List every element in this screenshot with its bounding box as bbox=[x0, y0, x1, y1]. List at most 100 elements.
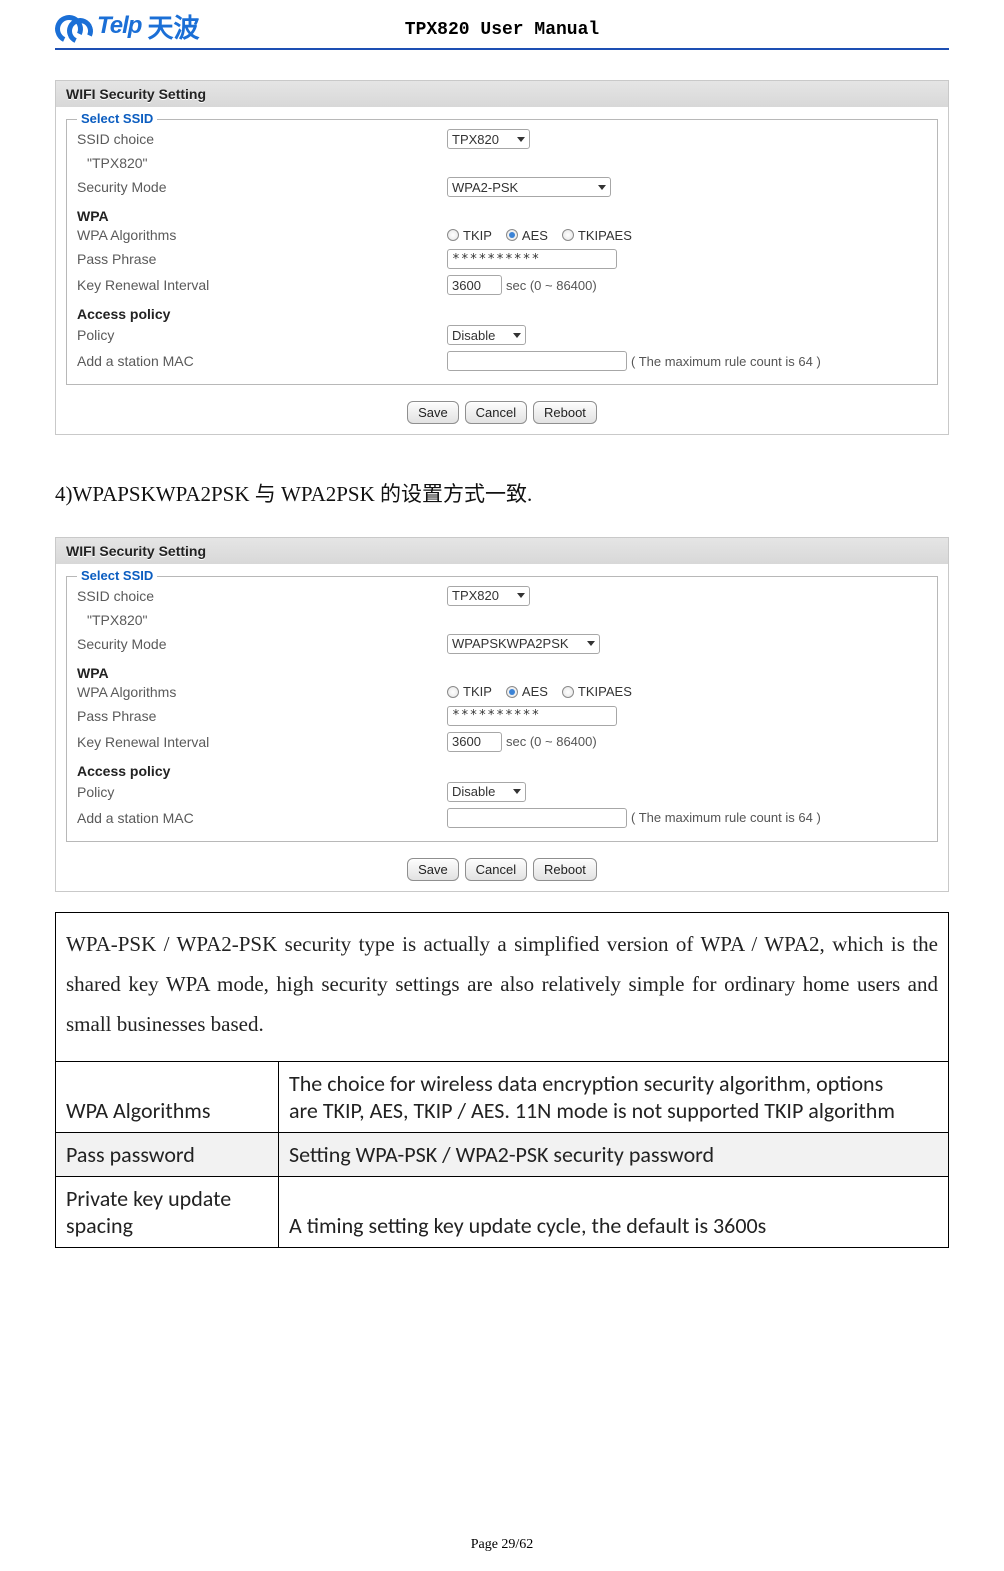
wpa-algorithms-label: WPA Algorithms bbox=[77, 684, 447, 700]
key-renewal-row: Key Renewal Interval 3600 sec (0 ~ 86400… bbox=[77, 729, 927, 755]
body-paragraph-1: 4)WPAPSKWPA2PSK 与 WPA2PSK 的设置方式一致. bbox=[55, 475, 949, 515]
radio-tkip[interactable]: TKIP bbox=[447, 684, 492, 699]
security-mode-select[interactable]: WPA2-PSK bbox=[447, 177, 611, 197]
policy-select[interactable]: Disable bbox=[447, 325, 526, 345]
policy-select[interactable]: Disable bbox=[447, 782, 526, 802]
key-update-desc: A timing setting key update cycle, the d… bbox=[279, 1176, 949, 1247]
chevron-down-icon bbox=[513, 789, 521, 794]
radio-icon bbox=[562, 686, 574, 698]
wpa-algorithms-label: WPA Algorithms bbox=[77, 227, 447, 243]
key-renewal-label: Key Renewal Interval bbox=[77, 734, 447, 750]
wifi-security-panel-2: WIFI Security Setting Select SSID SSID c… bbox=[55, 537, 949, 892]
policy-row: Policy Disable bbox=[77, 322, 927, 348]
ssid-choice-row: SSID choice TPX820 bbox=[77, 126, 927, 152]
table-row: WPA-PSK / WPA2-PSK security type is actu… bbox=[56, 912, 949, 1061]
security-mode-label: Security Mode bbox=[77, 179, 447, 195]
add-mac-note: ( The maximum rule count is 64 ) bbox=[631, 354, 821, 369]
security-mode-value: WPA2-PSK bbox=[452, 180, 518, 195]
pass-phrase-input[interactable]: ********** bbox=[447, 249, 617, 269]
pass-phrase-label: Pass Phrase bbox=[77, 251, 447, 267]
security-mode-label: Security Mode bbox=[77, 636, 447, 652]
wpa-algorithms-desc: The choice for wireless data encryption … bbox=[279, 1061, 949, 1132]
reboot-button[interactable]: Reboot bbox=[533, 401, 597, 424]
radio-icon bbox=[506, 686, 518, 698]
ssid-choice-select[interactable]: TPX820 bbox=[447, 586, 530, 606]
radio-icon bbox=[447, 229, 459, 241]
ssid-current-row: "TPX820" bbox=[77, 152, 927, 174]
pass-phrase-label: Pass Phrase bbox=[77, 708, 447, 724]
key-renewal-row: Key Renewal Interval 3600 sec (0 ~ 86400… bbox=[77, 272, 927, 298]
table-description: WPA-PSK / WPA2-PSK security type is actu… bbox=[56, 912, 949, 1061]
radio-icon bbox=[506, 229, 518, 241]
reboot-button[interactable]: Reboot bbox=[533, 858, 597, 881]
policy-label: Policy bbox=[77, 784, 447, 800]
radio-aes[interactable]: AES bbox=[506, 684, 548, 699]
access-policy-header: Access policy bbox=[77, 306, 927, 322]
panel-title: WIFI Security Setting bbox=[56, 538, 948, 564]
radio-tkip[interactable]: TKIP bbox=[447, 228, 492, 243]
table-row: WPA Algorithms The choice for wireless d… bbox=[56, 1061, 949, 1132]
logo-text: Telp bbox=[97, 12, 141, 40]
radio-icon bbox=[562, 229, 574, 241]
add-mac-input[interactable] bbox=[447, 808, 627, 828]
policy-value: Disable bbox=[452, 784, 495, 799]
add-mac-label: Add a station MAC bbox=[77, 810, 447, 826]
cancel-button[interactable]: Cancel bbox=[465, 401, 527, 424]
add-mac-row: Add a station MAC ( The maximum rule cou… bbox=[77, 805, 927, 831]
panel-title: WIFI Security Setting bbox=[56, 81, 948, 107]
chevron-down-icon bbox=[513, 333, 521, 338]
wpa-section-header: WPA bbox=[77, 665, 927, 681]
select-ssid-fieldset: Select SSID SSID choice TPX820 "TPX820" … bbox=[66, 119, 938, 385]
fieldset-legend: Select SSID bbox=[77, 111, 157, 126]
pass-phrase-row: Pass Phrase ********** bbox=[77, 703, 927, 729]
ssid-choice-select[interactable]: TPX820 bbox=[447, 129, 530, 149]
policy-value: Disable bbox=[452, 328, 495, 343]
radio-tkipaes[interactable]: TKIPAES bbox=[562, 684, 632, 699]
page-header: Telp 天波 TPX820 User Manual bbox=[55, 10, 949, 50]
select-ssid-fieldset: Select SSID SSID choice TPX820 "TPX820" … bbox=[66, 576, 938, 842]
pass-phrase-input[interactable]: ********** bbox=[447, 706, 617, 726]
ssid-choice-row: SSID choice TPX820 bbox=[77, 583, 927, 609]
wpa-algorithms-row: WPA Algorithms TKIP AES TKIPAES bbox=[77, 681, 927, 703]
logo-mark-icon bbox=[55, 11, 93, 41]
chevron-down-icon bbox=[517, 137, 525, 142]
key-renewal-input[interactable]: 3600 bbox=[447, 732, 502, 752]
key-update-cell: Private key update spacing bbox=[56, 1176, 279, 1247]
add-mac-input[interactable] bbox=[447, 351, 627, 371]
pass-password-desc: Setting WPA-PSK / WPA2-PSK security pass… bbox=[279, 1132, 949, 1176]
doc-title: TPX820 User Manual bbox=[405, 20, 599, 40]
save-button[interactable]: Save bbox=[407, 401, 459, 424]
key-renewal-unit: sec (0 ~ 86400) bbox=[506, 278, 597, 293]
chevron-down-icon bbox=[517, 593, 525, 598]
button-bar: Save Cancel Reboot bbox=[56, 393, 948, 434]
wpa-algorithms-cell: WPA Algorithms bbox=[56, 1061, 279, 1132]
wifi-security-panel-1: WIFI Security Setting Select SSID SSID c… bbox=[55, 80, 949, 435]
button-bar: Save Cancel Reboot bbox=[56, 850, 948, 891]
cancel-button[interactable]: Cancel bbox=[465, 858, 527, 881]
security-mode-row: Security Mode WPAPSKWPA2PSK bbox=[77, 631, 927, 657]
add-mac-label: Add a station MAC bbox=[77, 353, 447, 369]
key-renewal-input[interactable]: 3600 bbox=[447, 275, 502, 295]
policy-label: Policy bbox=[77, 327, 447, 343]
wpa-section-header: WPA bbox=[77, 208, 927, 224]
save-button[interactable]: Save bbox=[407, 858, 459, 881]
radio-tkipaes[interactable]: TKIPAES bbox=[562, 228, 632, 243]
description-table: WPA-PSK / WPA2-PSK security type is actu… bbox=[55, 912, 949, 1248]
pass-password-cell: Pass password bbox=[56, 1132, 279, 1176]
security-mode-row: Security Mode WPA2-PSK bbox=[77, 174, 927, 200]
ssid-current-value: "TPX820" bbox=[87, 612, 148, 628]
wpa-algorithms-row: WPA Algorithms TKIP AES TKIPAES bbox=[77, 224, 927, 246]
add-mac-row: Add a station MAC ( The maximum rule cou… bbox=[77, 348, 927, 374]
add-mac-note: ( The maximum rule count is 64 ) bbox=[631, 810, 821, 825]
table-row: Pass password Setting WPA-PSK / WPA2-PSK… bbox=[56, 1132, 949, 1176]
logo-cn: 天波 bbox=[147, 8, 199, 45]
ssid-current-value: "TPX820" bbox=[87, 155, 148, 171]
pass-phrase-row: Pass Phrase ********** bbox=[77, 246, 927, 272]
radio-aes[interactable]: AES bbox=[506, 228, 548, 243]
key-renewal-unit: sec (0 ~ 86400) bbox=[506, 734, 597, 749]
fieldset-legend: Select SSID bbox=[77, 568, 157, 583]
ssid-choice-label: SSID choice bbox=[77, 588, 447, 604]
security-mode-select[interactable]: WPAPSKWPA2PSK bbox=[447, 634, 600, 654]
ssid-choice-value: TPX820 bbox=[452, 132, 499, 147]
security-mode-value: WPAPSKWPA2PSK bbox=[452, 636, 569, 651]
